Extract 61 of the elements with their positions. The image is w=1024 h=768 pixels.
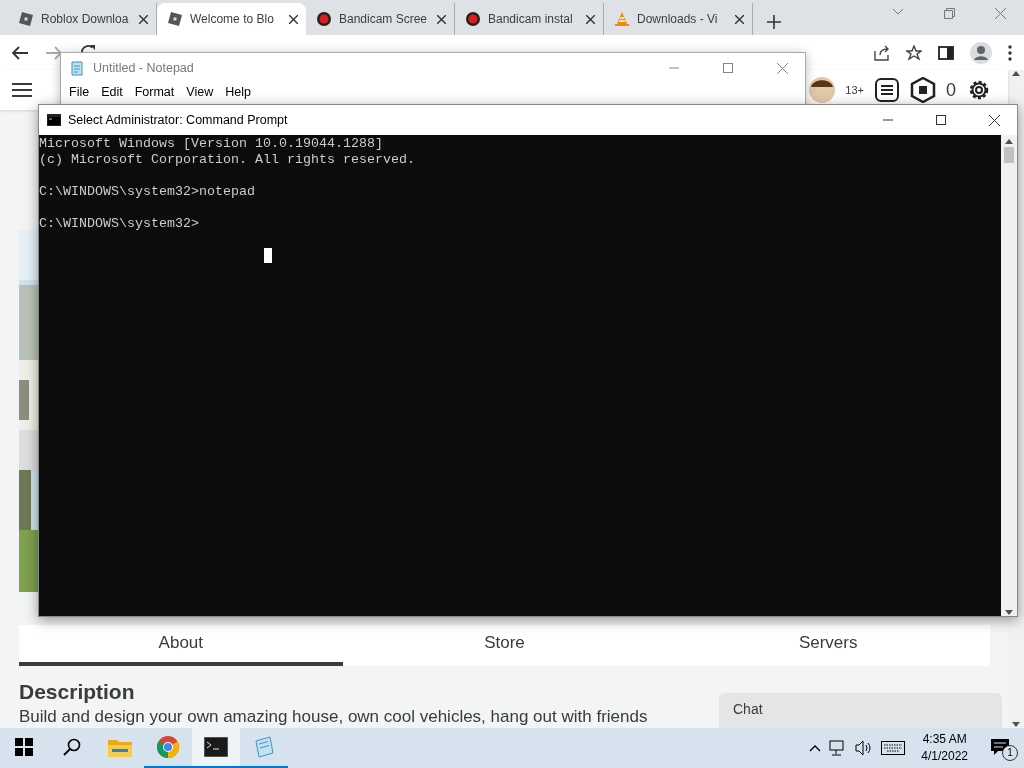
menu-icon[interactable] <box>12 82 32 98</box>
side-panel-icon[interactable] <box>938 44 954 61</box>
console-line: C:\WINDOWS\system32>notepad <box>39 184 255 200</box>
scrollbar-thumb[interactable] <box>1004 147 1014 163</box>
share-icon[interactable] <box>874 44 890 61</box>
scroll-down-icon[interactable] <box>1005 610 1013 616</box>
search-icon[interactable] <box>63 738 81 756</box>
menu-item[interactable]: Format <box>128 83 181 101</box>
volume-icon[interactable] <box>855 740 874 756</box>
text-cursor <box>264 248 272 263</box>
age-rating: 13+ <box>845 84 864 96</box>
robux-icon[interactable] <box>910 77 936 103</box>
taskbar-app[interactable] <box>192 728 240 768</box>
windows-logo-icon[interactable] <box>15 738 33 756</box>
notification-button[interactable]: 1 <box>990 735 1016 761</box>
chevron-icon[interactable] <box>892 8 904 16</box>
console-line: (c) Microsoft Corporation. All rights reserved. <box>39 152 415 168</box>
maximize-icon[interactable] <box>936 115 946 125</box>
console-line: C:\WINDOWS\system32> <box>39 216 199 232</box>
forward-icon[interactable] <box>46 45 62 60</box>
back-icon[interactable] <box>12 45 28 60</box>
menu-item[interactable]: File <box>63 83 96 101</box>
clock-time[interactable]: 4:35 AM <box>922 731 967 748</box>
record-icon <box>465 11 481 27</box>
menu-item[interactable]: View <box>180 83 220 101</box>
menu-icon[interactable] <box>1008 44 1012 61</box>
clock-date[interactable]: 4/1/2022 <box>921 748 968 765</box>
menu-item[interactable]: Edit <box>95 83 129 101</box>
window-title: Select Administrator: Command Prompt <box>68 113 289 127</box>
profile-icon[interactable] <box>970 41 992 64</box>
restore-icon[interactable] <box>944 8 955 19</box>
game-tab[interactable]: About <box>19 625 343 666</box>
notepad-icon <box>252 735 276 759</box>
terminal-icon <box>204 737 228 757</box>
browser-tab[interactable]: Welcome to Blo <box>157 3 306 35</box>
roblox-icon <box>167 11 183 27</box>
section-heading: Description <box>19 680 136 704</box>
window-title: Untitled - Notepad <box>93 61 195 75</box>
notification-count: 1 <box>1002 745 1018 761</box>
scroll-up-icon[interactable] <box>1005 138 1013 144</box>
keyboard-icon[interactable] <box>881 741 906 755</box>
chat-panel[interactable]: Chat <box>719 693 1002 728</box>
terminal-icon <box>47 114 61 126</box>
chrome-icon <box>156 735 180 759</box>
menu-item[interactable]: Help <box>219 83 257 101</box>
folder-icon <box>108 737 132 757</box>
avatar-icon[interactable] <box>809 77 836 103</box>
chevron-up-icon[interactable] <box>809 744 822 752</box>
game-tab[interactable]: Store <box>342 625 667 666</box>
traffic-cone-icon <box>614 11 630 27</box>
robux-count: 0 <box>946 79 956 101</box>
game-tab[interactable]: Servers <box>666 625 990 666</box>
game-description: Build and design your own amazing house, own cool vehicles, hang out with friends <box>19 707 648 726</box>
record-icon <box>316 11 332 27</box>
console-line: Microsoft Windows [Version 10.0.19044.1288] <box>39 136 383 152</box>
new-tab-icon[interactable] <box>767 15 781 29</box>
roblox-icon <box>18 11 34 27</box>
star-icon[interactable] <box>906 44 922 61</box>
list-icon[interactable] <box>874 77 900 103</box>
close-icon[interactable] <box>988 114 1000 126</box>
notepad-icon <box>69 60 85 76</box>
